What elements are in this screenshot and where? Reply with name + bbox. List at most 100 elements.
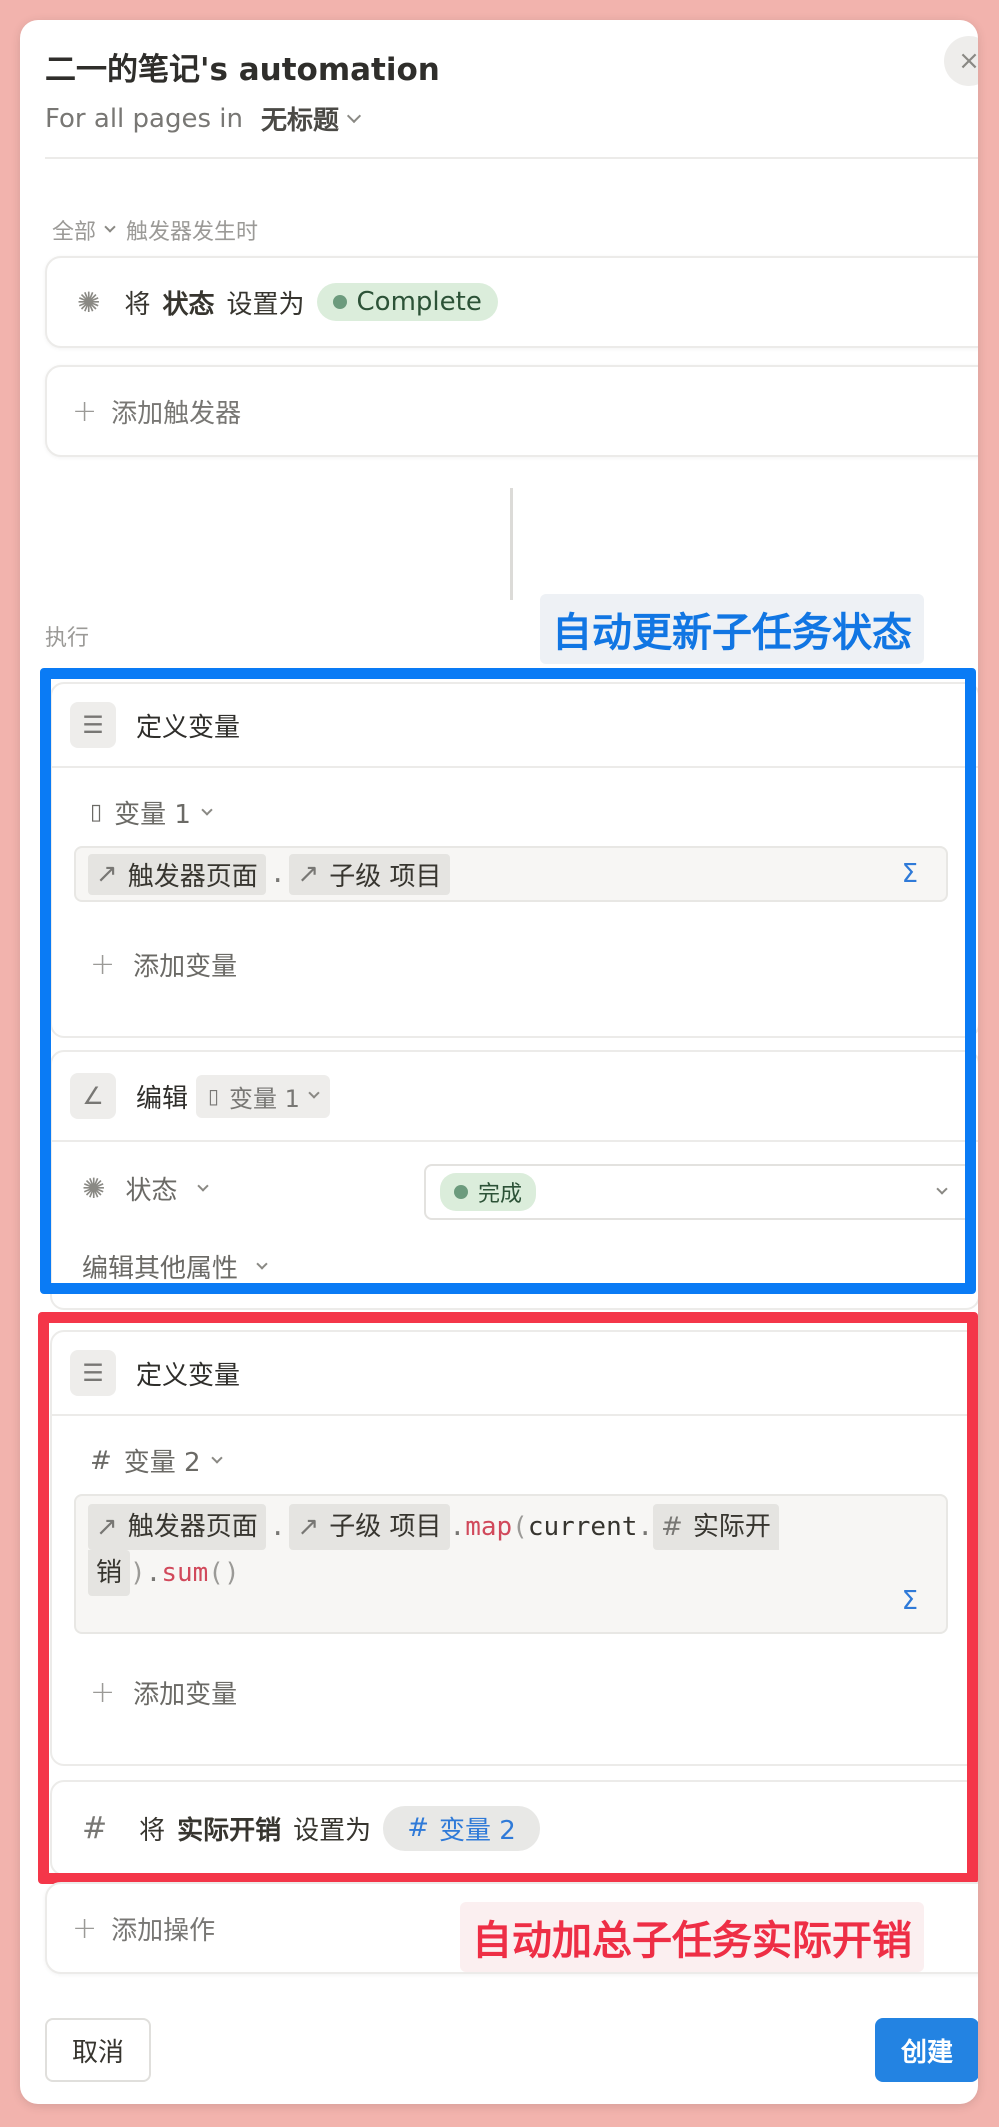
variable-name-dropdown[interactable]: # 变量 2 [90,1442,223,1479]
formula-dot: . [269,1512,286,1542]
list-icon: ▯ [208,1084,220,1108]
formula-chip-label: 触发器页面 [127,1512,258,1542]
trigger-section-header: 全部 触发器发生时 [52,214,258,246]
formula-paren: ( [512,1512,528,1542]
status-dot-icon [332,295,347,309]
add-trigger-button[interactable]: + 添加触发器 [45,365,978,457]
formula-chip-label: 子级 项目 [329,1512,442,1542]
edit-other-properties-dropdown[interactable]: 编辑其他属性 [82,1248,268,1285]
sigma-icon[interactable]: Σ [902,1580,918,1622]
close-icon: × [958,46,978,76]
chevron-down-icon [936,1183,948,1195]
add-trigger-label: 添加触发器 [111,398,242,429]
edit-variable-block: ∠ 编辑 ▯ 变量 1 ✺ 状态 完成 编辑其他属性 [50,1050,978,1310]
database-dropdown[interactable]: 无标题 [260,100,362,137]
scope-selector: For all pages in 无标题 [45,100,362,137]
create-button[interactable]: 创建 [875,2018,978,2082]
status-property-icon: ✺ [77,285,101,319]
edit-icon: ∠ [70,1073,116,1119]
cancel-button[interactable]: 取消 [45,2018,151,2082]
close-button[interactable]: × [944,36,978,86]
formula-chip-label: 触发器页面 [127,861,258,892]
formula-dot: . [637,1512,654,1542]
trigger-card[interactable]: ✺ 将 状态 设置为 Complete [45,256,978,348]
scope-prefix: For all pages in [45,103,243,134]
trigger-verb: 将 [124,289,151,320]
block-title: 编辑 [136,1083,189,1114]
number-icon: # [90,1445,112,1476]
arrow-icon: ↗ [297,859,320,889]
formula-method: map [465,1512,513,1542]
block-title: 定义变量 [136,712,241,743]
annotation-label-red: 自动加总子任务实际开销 [460,1902,924,1972]
set-property: 实际开销 [177,1815,282,1846]
number-icon: # [82,1810,108,1846]
formula-arg: current [527,1512,638,1542]
plus-icon: + [72,1910,98,1946]
list-icon: ▯ [90,800,103,825]
status-property-icon: ✺ [82,1172,106,1205]
trigger-set-to: 设置为 [226,289,305,320]
chevron-down-icon [104,221,116,233]
status-dot-icon [454,1185,468,1199]
status-value: Complete [356,287,482,317]
define-variable-icon: ☰ [70,702,116,748]
property-name: 状态 [125,1176,178,1206]
define-variable-block-1: ☰ 定义变量 ▯ 变量 1 ↗ 触发器页面 . ↗ 子级 项目 Σ + 添加变量 [50,682,978,1038]
formula-chip-label: 子级 项目 [329,861,442,892]
define-variable-icon: ☰ [70,1350,116,1396]
trigger-when-label: 触发器发生时 [126,220,259,245]
plus-icon: + [72,393,98,429]
edit-target-label: 变量 1 [229,1084,300,1113]
arrow-icon: ↗ [96,859,118,889]
set-verb: 将 [139,1815,166,1846]
block-title: 定义变量 [136,1360,241,1391]
status-value-select[interactable]: 完成 [424,1164,972,1220]
edit-other-label: 编辑其他属性 [82,1254,239,1284]
chevron-down-icon [256,1257,268,1270]
add-action-label: 添加操作 [111,1915,216,1946]
add-variable-label: 添加变量 [133,952,238,982]
formula-paren: () [208,1558,240,1588]
automation-title: 二一的笔记's automation [45,52,440,88]
variable-badge: # 变量 2 [383,1805,540,1851]
formula-chip-label: 实际开 [692,1512,771,1542]
variable-name: 变量 1 [114,800,191,830]
status-badge: Complete [316,283,498,321]
set-property-block[interactable]: # 将 实际开销 设置为 # 变量 2 [50,1780,978,1876]
variable-name-dropdown[interactable]: ▯ 变量 1 [90,794,213,831]
formula-input[interactable]: ↗ 触发器页面 . ↗ 子级 项目 . map ( current . # 实际开 销… [74,1494,948,1634]
automation-panel: 二一的笔记's automation × For all pages in 无标… [20,20,978,2104]
sigma-icon[interactable]: Σ [902,859,918,889]
status-badge: 完成 [440,1173,537,1211]
number-icon: # [661,1512,683,1542]
formula-paren: ) [130,1558,146,1588]
formula-dot: . [449,1512,466,1542]
divider [45,157,978,159]
formula-chip: ↗ 触发器页面 [88,853,266,895]
database-name: 无标题 [260,106,339,136]
number-icon: # [407,1813,429,1843]
add-variable-button[interactable]: + 添加变量 [90,1674,237,1711]
formula-method: sum [161,1558,209,1588]
trigger-property: 状态 [162,289,215,320]
add-variable-label: 添加变量 [133,1680,238,1710]
chevron-down-icon [201,803,213,816]
chevron-down-icon [197,1179,210,1192]
formula-chip-continued: 销 [88,1550,131,1596]
flow-connector [510,488,513,600]
formula-chip: # 实际开 [653,1504,779,1550]
trigger-mode-dropdown[interactable]: 全部 [52,214,116,246]
set-to: 设置为 [293,1815,372,1846]
edit-target-dropdown[interactable]: ▯ 变量 1 [196,1074,330,1118]
variable-name: 变量 2 [123,1448,201,1478]
add-variable-button[interactable]: + 添加变量 [90,946,237,983]
formula-input[interactable]: ↗ 触发器页面 . ↗ 子级 项目 Σ [74,846,948,902]
variable-badge-label: 变量 2 [438,1815,516,1846]
property-dropdown[interactable]: ✺ 状态 [82,1170,210,1207]
block-header: ☰ 定义变量 [52,1332,978,1416]
block-header: ∠ 编辑 ▯ 变量 1 [52,1052,978,1142]
formula-dot: . [145,1558,162,1588]
arrow-icon: ↗ [297,1512,320,1542]
formula-chip: ↗ 触发器页面 [88,1504,266,1550]
